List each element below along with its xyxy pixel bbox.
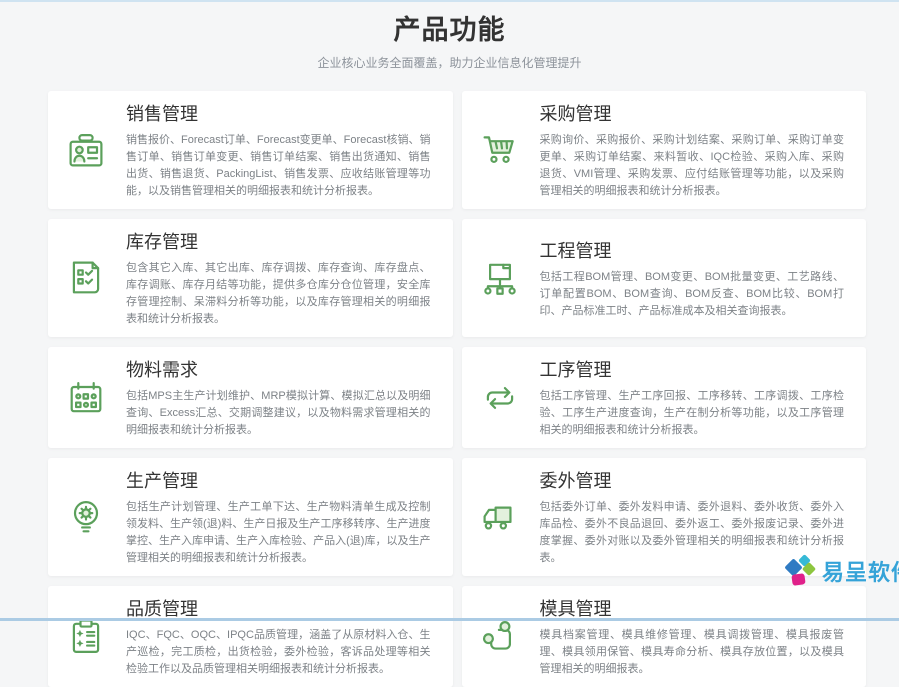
feature-card: 库存管理 包含其它入库、其它出库、库存调拨、库存查询、库存盘点、库存调账、库存月… [48, 219, 453, 337]
card-body: 销售管理 销售报价、Forecast订单、Forecast变更单、Forecas… [126, 100, 431, 200]
brand-watermark: 易呈软件 [783, 553, 899, 589]
bulb-gear-icon [58, 495, 114, 539]
top-border-line [0, 0, 899, 2]
feature-card: 品质管理 IQC、FQC、OQC、IPQC品质管理，涵盖了从原材料入仓、生产巡检… [48, 586, 453, 687]
card-body: 采购管理 采购询价、采购报价、采购计划结案、采购订单、采购订单变更单、采购订单结… [540, 100, 845, 200]
card-body: 工序管理 包括工序管理、生产工序回报、工序移转、工序调拨、工序检验、工序生产进度… [540, 356, 845, 439]
cart-icon [472, 128, 528, 172]
feature-card: 采购管理 采购询价、采购报价、采购计划结案、采购订单、采购订单变更单、采购订单结… [462, 91, 867, 209]
card-body: 库存管理 包含其它入库、其它出库、库存调拨、库存查询、库存盘点、库存调账、库存月… [126, 228, 431, 328]
feature-card: 物料需求 包括MPS主生产计划维护、MRP模拟计算、模拟汇总以及明细查询、Exc… [48, 347, 453, 448]
yicheng-logo-icon [783, 553, 817, 589]
card-title: 工程管理 [540, 237, 845, 263]
card-title: 库存管理 [126, 228, 431, 254]
card-description: 采购询价、采购报价、采购计划结案、采购订单、采购订单变更单、采购订单结案、来料暂… [540, 132, 845, 200]
card-title: 采购管理 [540, 100, 845, 126]
card-description: 销售报价、Forecast订单、Forecast变更单、Forecast核销、销… [126, 132, 431, 200]
feature-card: 销售管理 销售报价、Forecast订单、Forecast变更单、Forecas… [48, 91, 453, 209]
flow-arrows-icon [472, 376, 528, 420]
card-title: 销售管理 [126, 100, 431, 126]
feature-card: 工序管理 包括工序管理、生产工序回报、工序移转、工序调拨、工序检验、工序生产进度… [462, 347, 867, 448]
page-title: 产品功能 [0, 8, 899, 47]
card-description: 模具档案管理、模具维修管理、模具调拨管理、模具报废管理、模具领用保管、模具寿命分… [540, 627, 845, 678]
card-title: 工序管理 [540, 356, 845, 382]
feature-card: 工程管理 包括工程BOM管理、BOM变更、BOM批量变更、工艺路线、订单配置BO… [462, 219, 867, 337]
brand-watermark-text: 易呈软件 [822, 555, 899, 587]
card-body: 工程管理 包括工程BOM管理、BOM变更、BOM批量变更、工艺路线、订单配置BO… [540, 237, 845, 320]
clipboard-star-icon [58, 615, 114, 659]
calendar-icon [58, 376, 114, 420]
feature-grid: 销售管理 销售报价、Forecast订单、Forecast变更单、Forecas… [48, 91, 866, 687]
truck-icon [472, 495, 528, 539]
card-title: 物料需求 [126, 356, 431, 382]
id-badge-icon [58, 128, 114, 172]
card-body: 生产管理 包括生产计划管理、生产工单下达、生产物料清单生成及控制领发料、生产领(… [126, 467, 431, 567]
clipboard-check-icon [58, 256, 114, 300]
card-body: 物料需求 包括MPS主生产计划维护、MRP模拟计算、模拟汇总以及明细查询、Exc… [126, 356, 431, 439]
mold-icon [472, 615, 528, 659]
card-body: 委外管理 包括委外订单、委外发料申请、委外退料、委外收货、委外入库品检、委外不良… [540, 467, 845, 567]
card-title: 委外管理 [540, 467, 845, 493]
card-description: 包括工序管理、生产工序回报、工序移转、工序调拨、工序检验、工序生产进度查询，生产… [540, 388, 845, 439]
feature-card: 模具管理 模具档案管理、模具维修管理、模具调拨管理、模具报废管理、模具领用保管、… [462, 586, 867, 687]
card-description: 包括生产计划管理、生产工单下达、生产物料清单生成及控制领发料、生产领(退)料、生… [126, 499, 431, 567]
hierarchy-icon [472, 256, 528, 300]
page-subtitle: 企业核心业务全面覆盖，助力企业信息化管理提升 [0, 54, 899, 71]
card-title: 生产管理 [126, 467, 431, 493]
card-description: 包含其它入库、其它出库、库存调拨、库存查询、库存盘点、库存调账、库存月结等功能，… [126, 260, 431, 328]
card-body: 模具管理 模具档案管理、模具维修管理、模具调拨管理、模具报废管理、模具领用保管、… [540, 595, 845, 678]
card-description: IQC、FQC、OQC、IPQC品质管理，涵盖了从原材料入仓、生产巡检，完工质检… [126, 627, 431, 678]
card-description: 包括MPS主生产计划维护、MRP模拟计算、模拟汇总以及明细查询、Excess汇总… [126, 388, 431, 439]
feature-card: 生产管理 包括生产计划管理、生产工单下达、生产物料清单生成及控制领发料、生产领(… [48, 458, 453, 576]
card-body: 品质管理 IQC、FQC、OQC、IPQC品质管理，涵盖了从原材料入仓、生产巡检… [126, 595, 431, 678]
card-description: 包括工程BOM管理、BOM变更、BOM批量变更、工艺路线、订单配置BOM、BOM… [540, 269, 845, 320]
